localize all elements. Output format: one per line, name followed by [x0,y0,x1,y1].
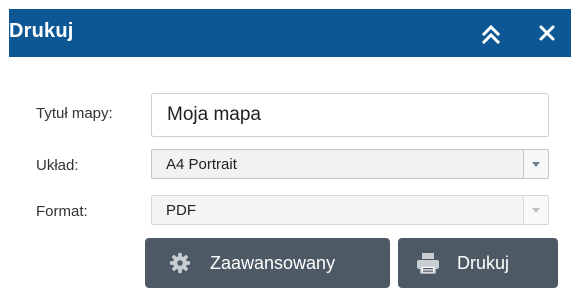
layout-select[interactable]: A4 Portrait [151,149,549,179]
caret-down-icon [532,208,540,213]
map-title-label: Tytuł mapy: [36,105,113,122]
printer-icon [417,253,439,274]
format-select-value: PDF [166,202,196,219]
map-title-input[interactable] [151,93,549,137]
panel-title: Drukuj [9,20,74,42]
layout-select-value: A4 Portrait [166,156,237,173]
gear-icon [169,252,191,274]
print-button-label: Drukuj [457,253,510,273]
print-button[interactable]: Drukuj [398,238,558,288]
collapse-button[interactable] [478,22,504,46]
close-icon [539,25,555,41]
advanced-button[interactable]: Zaawansowany [145,238,390,288]
double-chevron-up-icon [481,24,501,45]
format-select-arrow[interactable] [523,196,548,224]
format-label: Format: [36,203,88,220]
panel-header: Drukuj [9,9,571,57]
format-select[interactable]: PDF [151,195,549,225]
advanced-button-label: Zaawansowany [210,253,336,273]
print-panel: Drukuj Tytuł mapy: Układ: A4 Portrait Fo… [0,0,571,304]
layout-select-arrow[interactable] [523,150,548,178]
close-button[interactable] [535,21,559,45]
caret-down-icon [532,162,540,167]
layout-label: Układ: [36,157,79,174]
